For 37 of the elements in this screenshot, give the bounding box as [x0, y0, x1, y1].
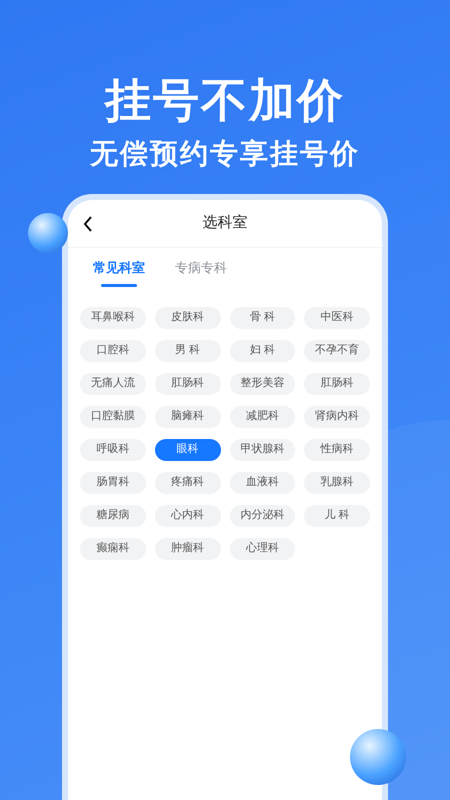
- department-chip[interactable]: 皮肤科: [154, 306, 220, 328]
- back-icon: [83, 216, 93, 232]
- department-chip[interactable]: 癫痫科: [80, 538, 146, 560]
- department-chip[interactable]: 疼痛科: [154, 472, 220, 494]
- department-chip[interactable]: 肛肠科: [154, 372, 220, 394]
- department-chip[interactable]: 肾病内科: [304, 406, 370, 428]
- department-chip[interactable]: 性病科: [304, 438, 370, 460]
- department-chip[interactable]: 儿 科: [304, 504, 370, 526]
- department-chip[interactable]: 减肥科: [230, 406, 296, 428]
- department-chip[interactable]: 男 科: [154, 340, 220, 362]
- department-chip[interactable]: 整形美容: [230, 372, 296, 394]
- department-chip[interactable]: 肛肠科: [304, 372, 370, 394]
- department-chip[interactable]: 口腔科: [80, 340, 146, 362]
- department-chip[interactable]: 中医科: [304, 306, 370, 328]
- subtitle: 无偿预约专享挂号价: [90, 137, 360, 171]
- tab[interactable]: 常见科室: [93, 258, 145, 286]
- department-chip[interactable]: 呼吸科: [80, 438, 146, 460]
- screen-title: 选科室: [202, 213, 248, 234]
- department-chip[interactable]: 内分泌科: [230, 504, 296, 526]
- department-chip[interactable]: 无痛人流: [80, 372, 146, 394]
- department-chip[interactable]: 血液科: [230, 472, 296, 494]
- department-chip[interactable]: 脑瘫科: [154, 406, 220, 428]
- department-chip[interactable]: 肠胃科: [80, 472, 146, 494]
- department-chip[interactable]: 心理科: [230, 538, 296, 560]
- department-chip[interactable]: 乳腺科: [304, 472, 370, 494]
- department-chip[interactable]: 眼科: [154, 438, 220, 460]
- department-chip[interactable]: 骨 科: [230, 306, 296, 328]
- department-chip[interactable]: 口腔黏膜: [80, 406, 146, 428]
- department-chip[interactable]: 妇 科: [230, 340, 296, 362]
- department-chip[interactable]: 糖尿病: [80, 504, 146, 526]
- headline: 挂号不加价: [105, 73, 345, 128]
- department-chip[interactable]: 肿瘤科: [154, 538, 220, 560]
- department-chip[interactable]: 心内科: [154, 504, 220, 526]
- department-chip[interactable]: 甲状腺科: [230, 438, 296, 460]
- department-chip[interactable]: 不孕不育: [304, 340, 370, 362]
- sphere-drawing: [28, 213, 68, 253]
- department-chip[interactable]: 耳鼻喉科: [80, 306, 146, 328]
